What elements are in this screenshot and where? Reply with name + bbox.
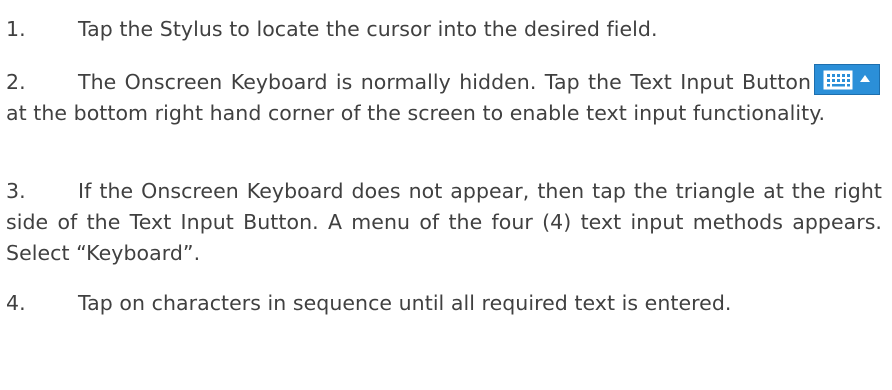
step-number: 2. xyxy=(6,70,26,94)
step-text-after: at the bottom right hand corner of the s… xyxy=(6,101,826,125)
step-text: If the Onscreen Keyboard does not appear… xyxy=(6,179,882,265)
step-text-before: The Onscreen Keyboard is normally hidden… xyxy=(78,70,811,94)
step-number: 1. xyxy=(6,17,26,41)
step-text: Tap on characters in sequence until all … xyxy=(78,291,732,315)
step-1: 1. Tap the Stylus to locate the cursor in… xyxy=(6,14,882,45)
step-text: Tap the Stylus to locate the cursor into… xyxy=(78,17,658,41)
keyboard-icon xyxy=(823,70,853,90)
step-2: 2. The Onscreen Keyboard is normally hidd… xyxy=(6,64,882,129)
step-number: 4. xyxy=(6,291,26,315)
triangle-up-icon xyxy=(860,75,870,82)
text-input-button-image xyxy=(814,64,880,95)
step-4: 4. Tap on characters in sequence until al… xyxy=(6,288,882,319)
step-3: 3. If the Onscreen Keyboard does not appe… xyxy=(6,176,882,269)
step-number: 3. xyxy=(6,179,26,203)
